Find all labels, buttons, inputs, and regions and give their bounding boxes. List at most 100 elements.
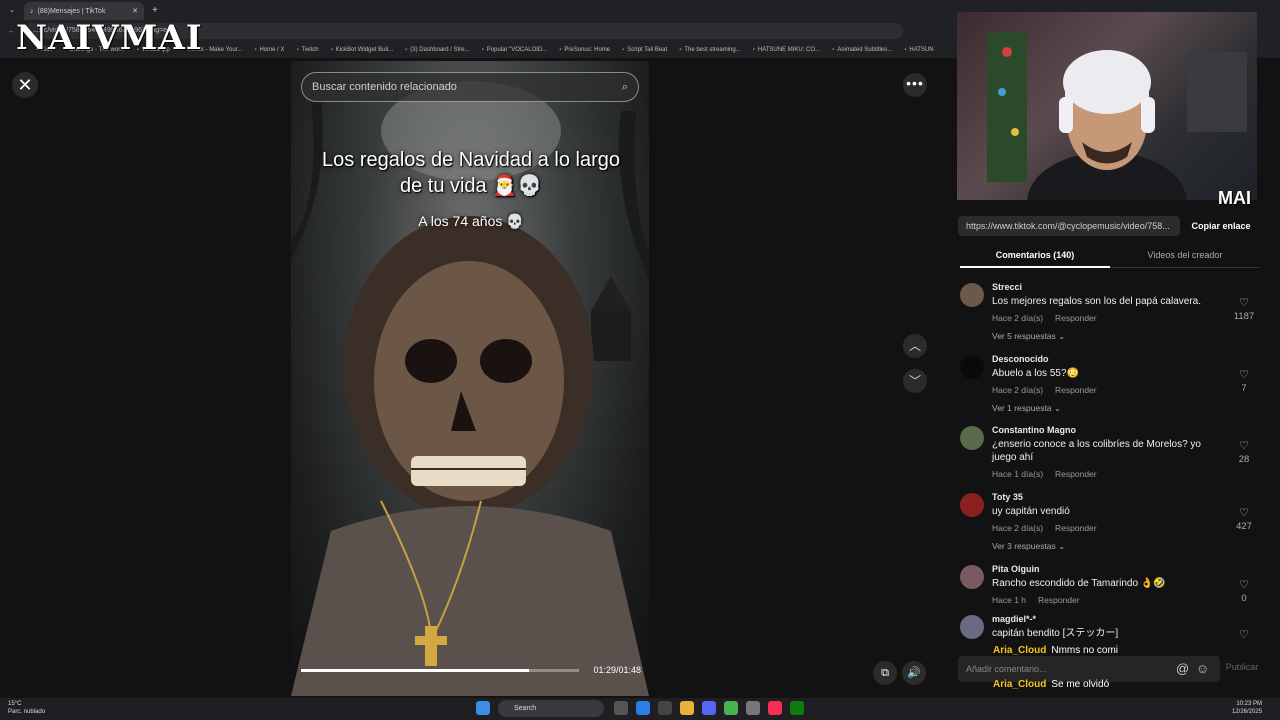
tab-creator-videos[interactable]: Videos del creador (1110, 246, 1260, 268)
view-replies-label: Ver 3 respuestas (992, 541, 1056, 551)
comment-meta: Hace 1 h Responder (992, 595, 1262, 605)
taskbar-clock[interactable]: 10:23 PM 12/26/2025 (1232, 700, 1262, 716)
chevron-down-icon: ⌄ (1058, 541, 1066, 551)
comment-item: Strecci Los mejores regalos son los del p… (960, 282, 1262, 342)
bookmark-item[interactable]: HATSUN (904, 47, 933, 53)
chat-text: Nmms no comi (1051, 645, 1119, 656)
tab-comments[interactable]: Comentarios (140) (960, 246, 1110, 268)
bookmark-item[interactable]: Home / X (254, 47, 284, 53)
like-button[interactable]: ♡ 427 (1232, 506, 1256, 532)
app-icon[interactable] (658, 701, 672, 715)
copy-link-button[interactable]: Copiar enlace (1186, 216, 1256, 236)
progress-bar[interactable] (301, 669, 579, 672)
bookmark-item[interactable]: The best streaming... (679, 47, 740, 53)
heart-icon: ♡ (1239, 629, 1249, 641)
comment-user[interactable]: Pita Olguin (992, 564, 1262, 574)
related-search-input[interactable]: Buscar contenido relacionado ⌕ (301, 72, 639, 102)
pip-button[interactable]: ⧉ (873, 661, 897, 685)
search-icon[interactable]: ⌕ (622, 81, 628, 94)
comment-item: Toty 35 uy capitán vendió Hace 2 día(s) Res… (960, 492, 1262, 552)
playback-time: 01:29/01:48 (593, 665, 641, 675)
video-caption-subtitle: A los 74 años 💀 (418, 213, 524, 229)
discord-icon[interactable] (702, 701, 716, 715)
bookmark-item[interactable]: Animated Subtitles... (832, 47, 892, 53)
comment-user[interactable]: Constantino Magno (992, 425, 1262, 435)
comment-user[interactable]: Desconocido (992, 354, 1262, 364)
like-count: 427 (1236, 521, 1252, 532)
reply-button[interactable]: Responder (1055, 469, 1097, 479)
reply-button[interactable]: Responder (1055, 313, 1097, 323)
bookmark-item[interactable]: KickBot Widget Buil... (331, 47, 393, 53)
comment-text: Abuelo a los 55?😳 (992, 368, 1079, 379)
bookmark-item[interactable]: Twitch (296, 47, 319, 53)
reply-button[interactable]: Responder (1055, 523, 1097, 533)
progress-fill (301, 669, 529, 672)
close-button[interactable]: ✕ (12, 72, 38, 98)
like-button[interactable]: ♡ (1232, 628, 1256, 643)
chevron-up-icon: ︿ (908, 339, 921, 353)
comment-user[interactable]: magdiel*-* (992, 614, 1262, 624)
back-icon[interactable]: ← (8, 28, 15, 35)
taskbar-search[interactable]: Search (498, 700, 604, 717)
task-view-icon[interactable] (614, 701, 628, 715)
view-replies-button[interactable]: Ver 1 respuesta ⌄ (992, 403, 1262, 414)
bookmark-item[interactable]: Script Tail Beat (622, 47, 667, 53)
avatar[interactable] (960, 615, 984, 639)
close-icon: ✕ (17, 75, 33, 95)
share-link-field[interactable]: https://www.tiktok.com/@cyclopemusic/vid… (958, 216, 1180, 236)
chatgpt-icon[interactable] (746, 701, 760, 715)
bookmark-item[interactable]: HATSUNE MIKU: CO... (753, 47, 820, 53)
comment-user[interactable]: Strecci (992, 282, 1262, 292)
volume-button[interactable]: 🔊 (902, 661, 926, 685)
next-video-button[interactable]: ﹀ (903, 369, 927, 393)
like-button[interactable]: ♡ 0 (1232, 578, 1256, 604)
taskbar-apps (614, 701, 804, 715)
new-tab-icon[interactable]: + (144, 5, 166, 16)
previous-video-button[interactable]: ︿ (903, 334, 927, 358)
comment-text: capitán bendito [ステッカー] (992, 628, 1119, 639)
chevron-down-icon: ﹀ (908, 374, 921, 388)
video-player[interactable]: Buscar contenido relacionado ⌕ Los regal… (291, 61, 649, 696)
reply-button[interactable]: Responder (1038, 595, 1080, 605)
avatar[interactable] (960, 565, 984, 589)
bookmark-item[interactable]: PreSonus: Home (559, 47, 610, 53)
bookmark-item[interactable]: Popular "VOCALOID... (482, 47, 548, 53)
tab-title: (88)Mensajes | TikTok (37, 7, 106, 15)
comment-time: Hace 1 día(s) (992, 469, 1044, 479)
comment-user[interactable]: Toty 35 (992, 492, 1262, 502)
pip-icon: ⧉ (881, 667, 889, 679)
comment-meta: Hace 2 día(s) Responder (992, 523, 1262, 533)
avatar[interactable] (960, 283, 984, 307)
more-options-button[interactable]: ••• (903, 73, 927, 97)
comment-time: Hace 2 día(s) (992, 385, 1044, 395)
tab-list-icon[interactable]: ⌄ (0, 6, 24, 14)
avatar[interactable] (960, 426, 984, 450)
comment-meta: Hace 2 día(s) Responder (992, 313, 1262, 323)
stream-logo: NAIVMAI (16, 18, 203, 58)
chat-message: Aria_Cloud Nmms no comi (993, 645, 1118, 656)
mention-icon[interactable]: @ (1176, 661, 1189, 676)
like-count: 0 (1241, 593, 1247, 604)
music-icon[interactable] (768, 701, 782, 715)
windows-start-icon[interactable] (476, 701, 490, 715)
close-tab-icon[interactable]: ✕ (132, 7, 138, 15)
emoji-icon[interactable]: ☺ (1196, 661, 1209, 676)
weather-temp: 15°C (8, 701, 22, 707)
avatar[interactable] (960, 355, 984, 379)
comment-time: Hace 2 día(s) (992, 523, 1044, 533)
bookmark-item[interactable]: (3) Dashboard / Stre... (405, 47, 469, 53)
chat-user: Aria_Cloud (993, 645, 1047, 656)
view-replies-button[interactable]: Ver 3 respuestas ⌄ (992, 541, 1262, 552)
weather-widget[interactable]: 15°C Parc. nublado (8, 700, 45, 716)
edge-icon[interactable] (636, 701, 650, 715)
xbox-icon[interactable] (790, 701, 804, 715)
like-button[interactable]: ♡ 28 (1232, 439, 1256, 465)
chrome-icon[interactable] (724, 701, 738, 715)
publish-button[interactable]: Publicar (1220, 662, 1264, 672)
reply-button[interactable]: Responder (1055, 385, 1097, 395)
like-button[interactable]: ♡ 7 (1232, 368, 1256, 394)
view-replies-button[interactable]: Ver 5 respuestas ⌄ (992, 331, 1262, 342)
folder-icon[interactable] (680, 701, 694, 715)
avatar[interactable] (960, 493, 984, 517)
like-button[interactable]: ♡ 1187 (1232, 296, 1256, 322)
